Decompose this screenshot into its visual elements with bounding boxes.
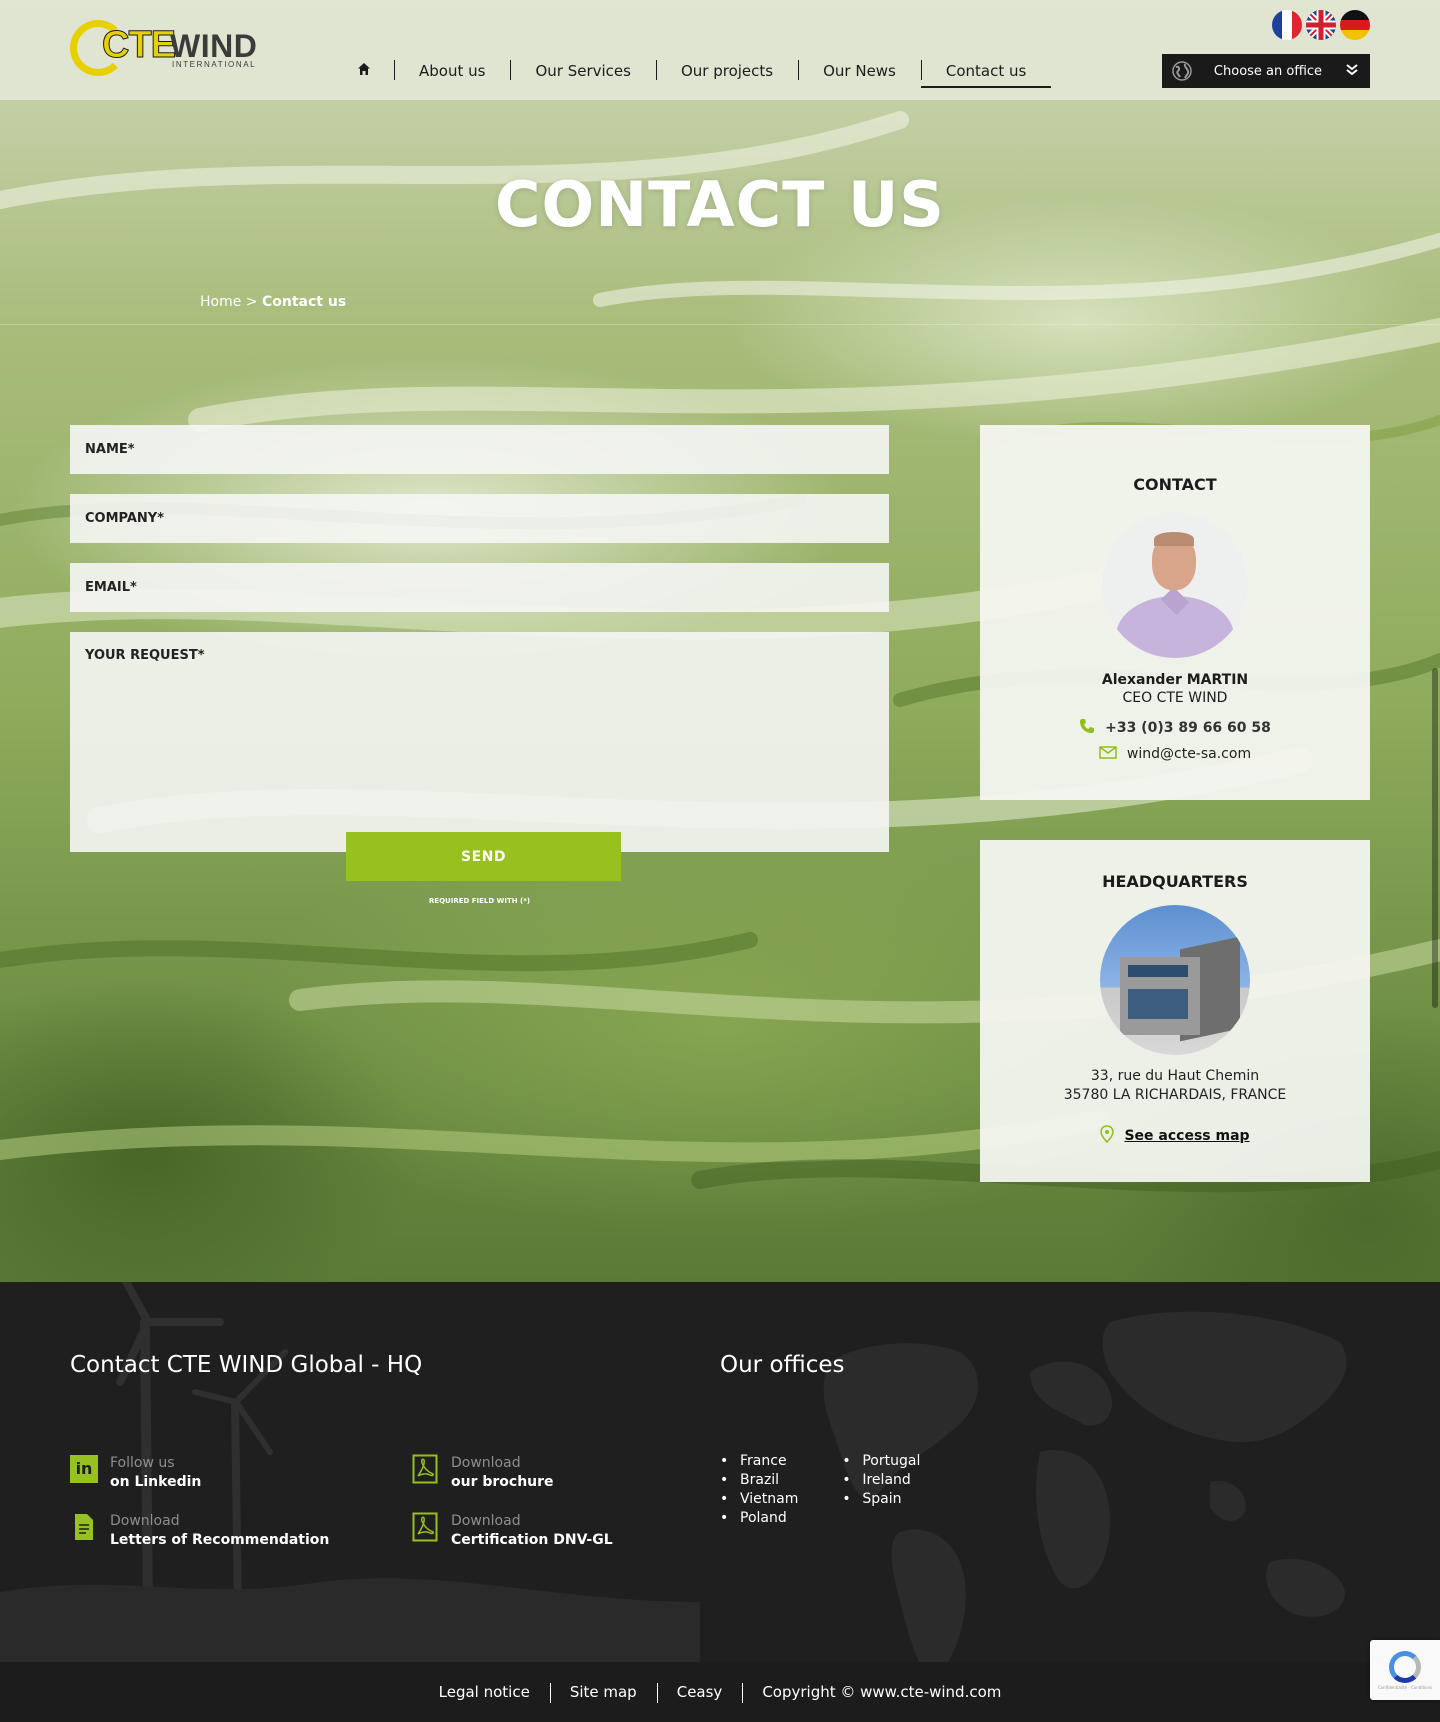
brochure-label: our brochure [451, 1474, 554, 1490]
headquarters-address: 33, rue du Haut Chemin 35780 LA RICHARDA… [980, 1067, 1370, 1105]
pdf-icon [411, 1454, 439, 1484]
office-spain[interactable]: Spain [842, 1490, 920, 1509]
breadcrumb-separator: > [245, 294, 258, 310]
french-flag-icon[interactable] [1272, 10, 1302, 40]
linkedin-small-label: Follow us [110, 1455, 175, 1471]
nav-about-us[interactable]: About us [394, 54, 510, 88]
brochure-small-label: Download [451, 1455, 521, 1471]
phone-icon [1079, 718, 1095, 738]
nav-our-news[interactable]: Our News [798, 54, 921, 88]
required-field-note: REQUIRED FIELD WITH (*) [428, 897, 531, 905]
language-switcher [1272, 10, 1370, 40]
globe-icon [1162, 54, 1202, 88]
nav-contact-us[interactable]: Contact us [920, 54, 1052, 88]
office-france[interactable]: France [720, 1452, 798, 1471]
double-chevron-down-icon [1334, 63, 1370, 79]
contact-email-address: wind@cte-sa.com [1126, 745, 1252, 762]
access-map-row: See access map [980, 1125, 1370, 1147]
request-textarea[interactable] [70, 632, 889, 852]
main-nav: About us Our Services Our projects Our N… [334, 54, 1052, 88]
site-map-link[interactable]: Site map [549, 1683, 657, 1703]
footer-offices-title: Our offices [720, 1352, 845, 1378]
offices-column-1: France Brazil Vietnam Poland [720, 1452, 798, 1528]
recaptcha-badge[interactable]: Confidentialité - Conditions [1370, 1640, 1440, 1700]
envelope-icon [1099, 744, 1117, 763]
linkedin-link[interactable]: in Follow us on Linkedin [70, 1454, 201, 1492]
offices-column-2: Portugal Ireland Spain [842, 1452, 920, 1528]
office-select-dropdown[interactable]: Choose an office [1162, 54, 1370, 88]
address-line-2: 35780 LA RICHARDAIS, FRANCE [1063, 1087, 1287, 1103]
home-icon[interactable] [334, 54, 394, 88]
uk-flag-icon[interactable] [1306, 10, 1336, 40]
contact-email[interactable]: wind@cte-sa.com [980, 744, 1370, 763]
logo-mark-text: CTE [102, 24, 177, 67]
copyright-link[interactable]: Copyright © www.cte-wind.com [742, 1683, 1021, 1703]
linkedin-icon: in [70, 1454, 98, 1484]
legal-notice-link[interactable]: Legal notice [419, 1683, 550, 1701]
office-ireland[interactable]: Ireland [842, 1471, 920, 1490]
document-icon [70, 1512, 98, 1542]
building-door [1128, 989, 1188, 1019]
logo-subtext: INTERNATIONAL [172, 60, 257, 69]
office-brazil[interactable]: Brazil [720, 1471, 798, 1490]
nav-our-projects[interactable]: Our projects [655, 54, 798, 88]
breadcrumb-current: Contact us [261, 294, 347, 310]
building-window [1128, 965, 1188, 977]
office-poland[interactable]: Poland [720, 1509, 798, 1528]
recaptcha-icon [1389, 1650, 1421, 1683]
address-line-1: 33, rue du Haut Chemin [1090, 1068, 1260, 1084]
certification-download-link[interactable]: Download Certification DNV-GL [411, 1512, 613, 1550]
ceasy-link[interactable]: Ceasy [656, 1683, 743, 1703]
company-field[interactable] [70, 494, 889, 543]
page-title: CONTACT US [495, 168, 945, 241]
contact-role: CEO CTE WIND [1122, 690, 1228, 706]
letters-small-label: Download [110, 1513, 180, 1529]
map-pin-icon [1100, 1125, 1115, 1147]
send-button[interactable]: SEND [346, 832, 621, 881]
office-select-label: Choose an office [1213, 63, 1323, 79]
linkedin-label: on Linkedin [110, 1474, 202, 1490]
see-access-map-link[interactable]: See access map [1124, 1128, 1249, 1144]
office-portugal[interactable]: Portugal [842, 1452, 920, 1471]
contact-phone[interactable]: +33 (0)3 89 66 60 58 [980, 718, 1370, 738]
name-field[interactable] [70, 425, 889, 474]
contact-avatar [1102, 512, 1248, 658]
nav-our-services[interactable]: Our Services [510, 54, 656, 88]
site-header: CTE WIND INTERNATIONAL About us Our Serv… [0, 0, 1440, 100]
offices-list: France Brazil Vietnam Poland Portugal Ir… [720, 1452, 920, 1528]
headquarters-photo [1100, 905, 1250, 1055]
cte-wind-logo[interactable]: CTE WIND INTERNATIONAL [70, 20, 257, 80]
office-vietnam[interactable]: Vietnam [720, 1490, 798, 1509]
recaptcha-text: Confidentialité - Conditions [1377, 1684, 1433, 1690]
email-field[interactable] [70, 563, 889, 612]
german-flag-icon[interactable] [1340, 10, 1370, 40]
contact-phone-number: +33 (0)3 89 66 60 58 [1105, 720, 1271, 736]
site-footer: Contact CTE WIND Global - HQ Our offices… [0, 1282, 1440, 1722]
headquarters-card: HEADQUARTERS 33, rue du Haut Chemin 3578… [980, 840, 1370, 1182]
contact-card-title: CONTACT [1133, 475, 1217, 494]
brochure-download-link[interactable]: Download our brochure [411, 1454, 554, 1492]
pdf-icon [411, 1512, 439, 1542]
contact-form: SEND REQUIRED FIELD WITH (*) [70, 425, 889, 905]
certification-small-label: Download [451, 1513, 521, 1529]
headquarters-title: HEADQUARTERS [1102, 872, 1248, 891]
certification-label: Certification DNV-GL [451, 1532, 613, 1548]
contact-name: Alexander MARTIN [1101, 672, 1249, 688]
breadcrumb-divider [0, 324, 1440, 325]
page-scrollbar[interactable] [1432, 668, 1438, 1008]
avatar-hair [1154, 532, 1194, 546]
letters-label: Letters of Recommendation [110, 1532, 330, 1548]
footer-bottom-bar: Legal notice Site map Ceasy Copyright © … [0, 1662, 1440, 1722]
breadcrumb-home[interactable]: Home [200, 294, 241, 310]
breadcrumb: Home > Contact us [200, 294, 346, 310]
contact-card: CONTACT Alexander MARTIN CEO CTE WIND +3… [980, 425, 1370, 800]
footer-contact-title: Contact CTE WIND Global - HQ [70, 1352, 423, 1378]
letters-download-link[interactable]: Download Letters of Recommendation [70, 1512, 329, 1550]
